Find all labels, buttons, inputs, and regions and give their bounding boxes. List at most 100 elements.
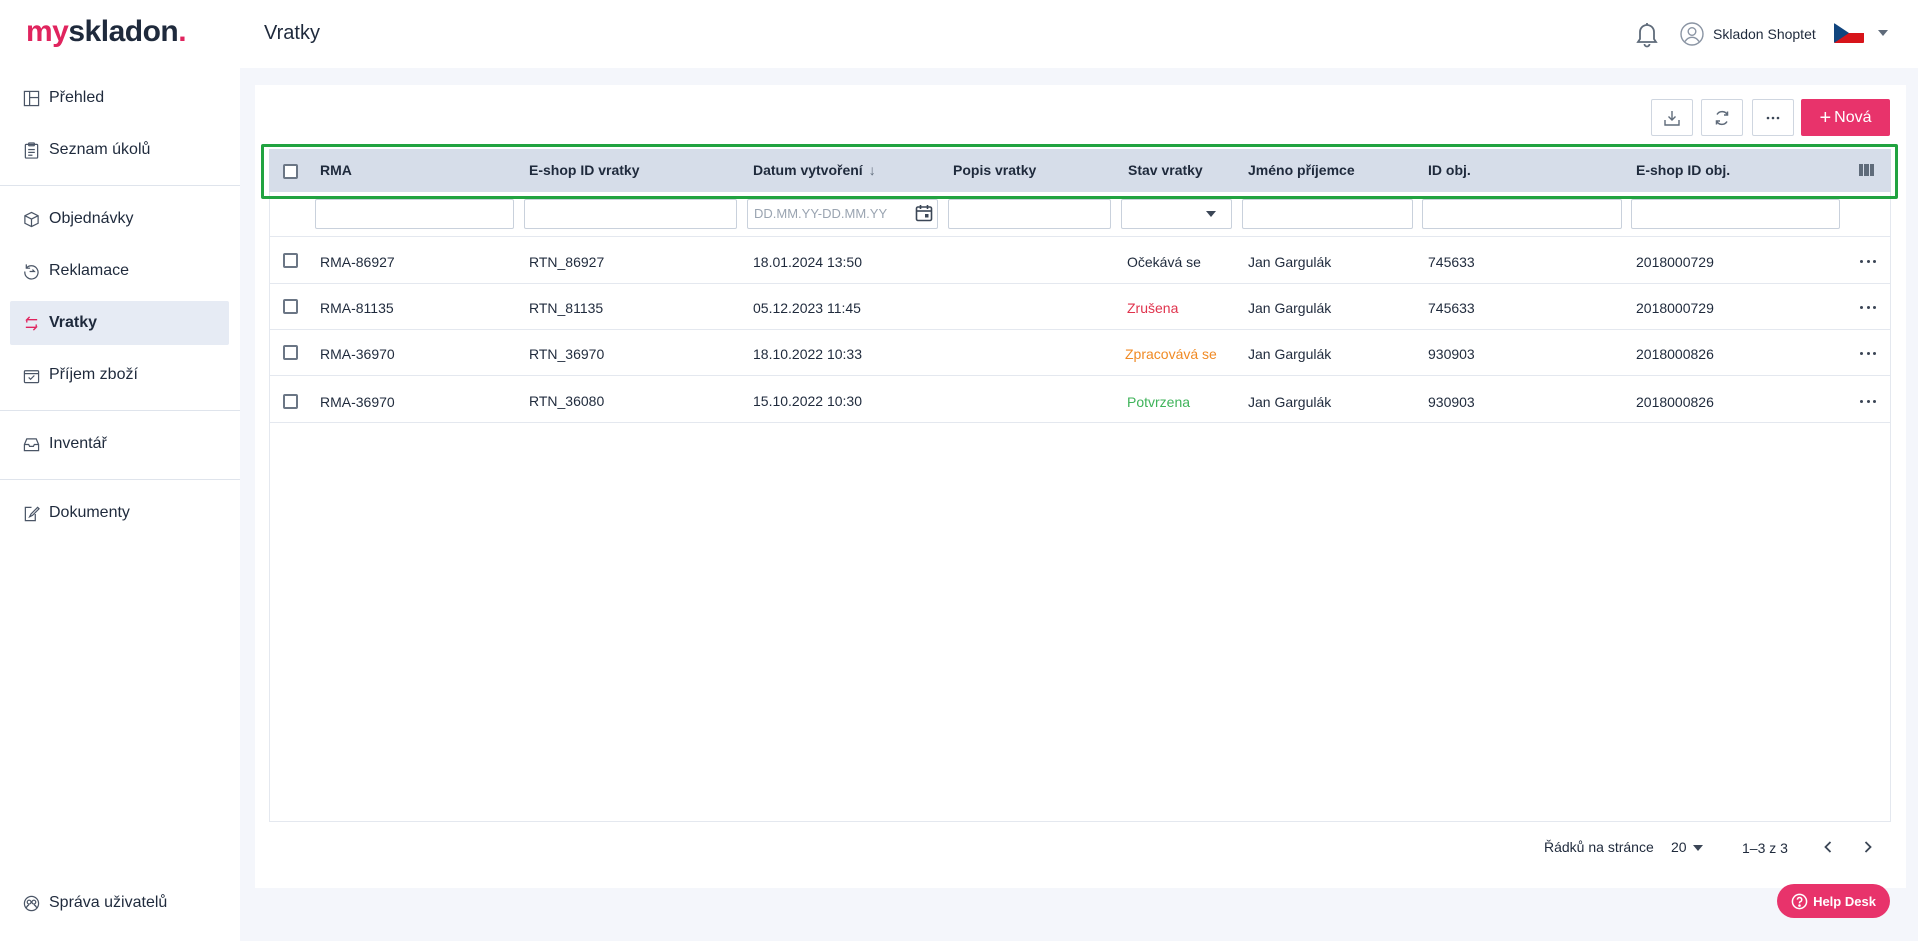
columns-toggle-icon[interactable] [1859,164,1874,176]
sidebar-divider [0,479,240,480]
select-all-checkbox[interactable] [283,164,298,179]
next-page-button[interactable] [1858,836,1878,858]
refresh-icon [1715,110,1729,125]
chevron-right-icon [1864,841,1872,853]
cell-eshop-id-vratky: RTN_36970 [529,346,605,362]
column-header-eshop-id-obj[interactable]: E-shop ID obj. [1636,162,1730,178]
filter-jmeno-prijemce-input[interactable] [1242,199,1413,229]
rows-per-page-chevron-down-icon[interactable] [1693,845,1703,851]
cell-eshop-id-vratky: RTN_36080 [529,393,605,409]
user-name: Skladon Shoptet [1713,26,1816,42]
return-circle-icon [24,263,39,280]
column-header-rma[interactable]: RMA [320,162,352,178]
status-badge: Zpracovává se [1125,346,1217,362]
column-header-datum-vytvoreni[interactable]: Datum vytvoření ↓ [753,162,876,178]
download-icon [1664,110,1680,126]
sidebar-item-prijem-zbozi[interactable]: Příjem zboží [10,353,229,397]
notifications-bell-icon[interactable] [1634,20,1660,48]
cell-rma: RMA-81135 [320,300,394,316]
cell-prijemce: Jan Gargulák [1248,254,1332,270]
cell-prijemce: Jan Gargulák [1248,346,1332,362]
row-more-icon[interactable] [1860,350,1876,356]
filter-eshop-id-obj-input[interactable] [1631,199,1840,229]
calendar-icon[interactable] [914,203,934,223]
inbox-icon [23,437,40,451]
sidebar-item-objednavky[interactable]: Objednávky [10,197,229,241]
more-options-button[interactable] [1752,99,1794,136]
cell-rma: RMA-36970 [320,394,395,410]
sidebar-item-inventar[interactable]: Inventář [10,422,229,466]
sort-arrow-down-icon[interactable]: ↓ [869,162,876,178]
status-select-chevron-down-icon[interactable] [1206,211,1216,217]
rows-per-page-select[interactable]: 20 [1671,839,1687,855]
row-checkbox[interactable] [283,253,298,268]
rows-per-page-label: Řádků na stránce [1544,839,1654,855]
pagination-range: 1–3 z 3 [1742,840,1788,856]
row-more-icon[interactable] [1860,258,1876,264]
more-horizontal-icon [1766,116,1780,119]
cell-eshop-id-obj: 2018000826 [1636,346,1714,362]
cell-eshop-id-obj: 2018000729 [1636,300,1714,316]
app-logo[interactable]: myskladon. [26,15,187,49]
cell-rma: RMA-36970 [320,346,395,362]
sidebar-divider [0,185,240,186]
user-menu[interactable]: Skladon Shoptet [1680,21,1816,47]
return-arrows-icon [25,315,38,331]
dashboard-icon [23,90,40,106]
row-more-icon[interactable] [1860,304,1876,310]
row-checkbox[interactable] [283,345,298,360]
filter-popis-vratky-input[interactable] [948,199,1111,229]
help-desk-button[interactable]: Help Desk [1777,884,1890,918]
sidebar-item-prehled[interactable]: Přehled [10,76,229,120]
sidebar-item-sprava-uzivatelu[interactable]: Správa uživatelů [10,881,229,925]
receive-goods-icon [23,369,40,383]
cell-prijemce: Jan Gargulák [1248,300,1332,316]
column-header-stav-vratky[interactable]: Stav vratky [1128,162,1203,178]
top-bar: myskladon. Vratky Skladon Shoptet [0,0,1918,68]
cell-datum: 05.12.2023 11:45 [753,300,861,316]
user-management-icon [23,895,40,911]
sidebar-item-reklamace[interactable]: Reklamace [10,249,229,293]
cell-id-obj: 930903 [1428,394,1475,410]
column-header-id-obj[interactable]: ID obj. [1428,162,1471,178]
filter-date-range-input[interactable]: DD.MM.YY-DD.MM.YY [747,199,938,229]
czech-flag-icon[interactable] [1834,23,1864,43]
row-checkbox[interactable] [283,394,298,409]
sidebar-divider [0,410,240,411]
cell-prijemce: Jan Gargulák [1248,394,1332,410]
row-more-icon[interactable] [1860,398,1876,404]
row-checkbox[interactable] [283,299,298,314]
column-header-jmeno-prijemce[interactable]: Jméno příjemce [1248,162,1355,178]
language-chevron-down-icon[interactable] [1878,30,1888,36]
status-badge: Potvrzena [1127,394,1191,410]
clipboard-icon [24,141,39,159]
sidebar-item-dokumenty[interactable]: Dokumenty [10,491,229,535]
help-circle-icon [1791,893,1808,909]
cell-datum: 18.10.2022 10:33 [753,346,862,362]
column-header-eshop-id-vratky[interactable]: E-shop ID vratky [529,162,639,178]
box-icon [24,211,39,227]
cell-eshop-id-obj: 2018000729 [1636,254,1714,270]
cell-datum: 18.01.2024 13:50 [753,254,862,270]
column-header-popis-vratky[interactable]: Popis vratky [953,162,1036,178]
export-download-button[interactable] [1651,99,1693,136]
chevron-left-icon [1824,841,1832,853]
refresh-button[interactable] [1701,99,1743,136]
cell-id-obj: 745633 [1428,254,1475,270]
sidebar-item-seznam-ukolu[interactable]: Seznam úkolů [10,128,229,172]
sidebar-item-vratky[interactable]: Vratky [10,301,229,345]
previous-page-button[interactable] [1818,836,1838,858]
cell-id-obj: 930903 [1428,346,1475,362]
cell-datum: 15.10.2022 10:30 [753,393,862,409]
filter-id-obj-input[interactable] [1422,199,1622,229]
new-return-button[interactable]: + Nová [1801,99,1890,136]
plus-icon: + [1819,106,1832,129]
status-badge: Zrušena [1127,300,1179,316]
document-edit-icon [24,505,40,521]
cell-rma: RMA-86927 [320,254,395,270]
cell-id-obj: 745633 [1428,300,1475,316]
filter-eshop-id-vratky-input[interactable] [524,199,737,229]
filter-rma-input[interactable] [315,199,514,229]
cell-eshop-id-obj: 2018000826 [1636,394,1714,410]
page-title: Vratky [264,22,320,44]
